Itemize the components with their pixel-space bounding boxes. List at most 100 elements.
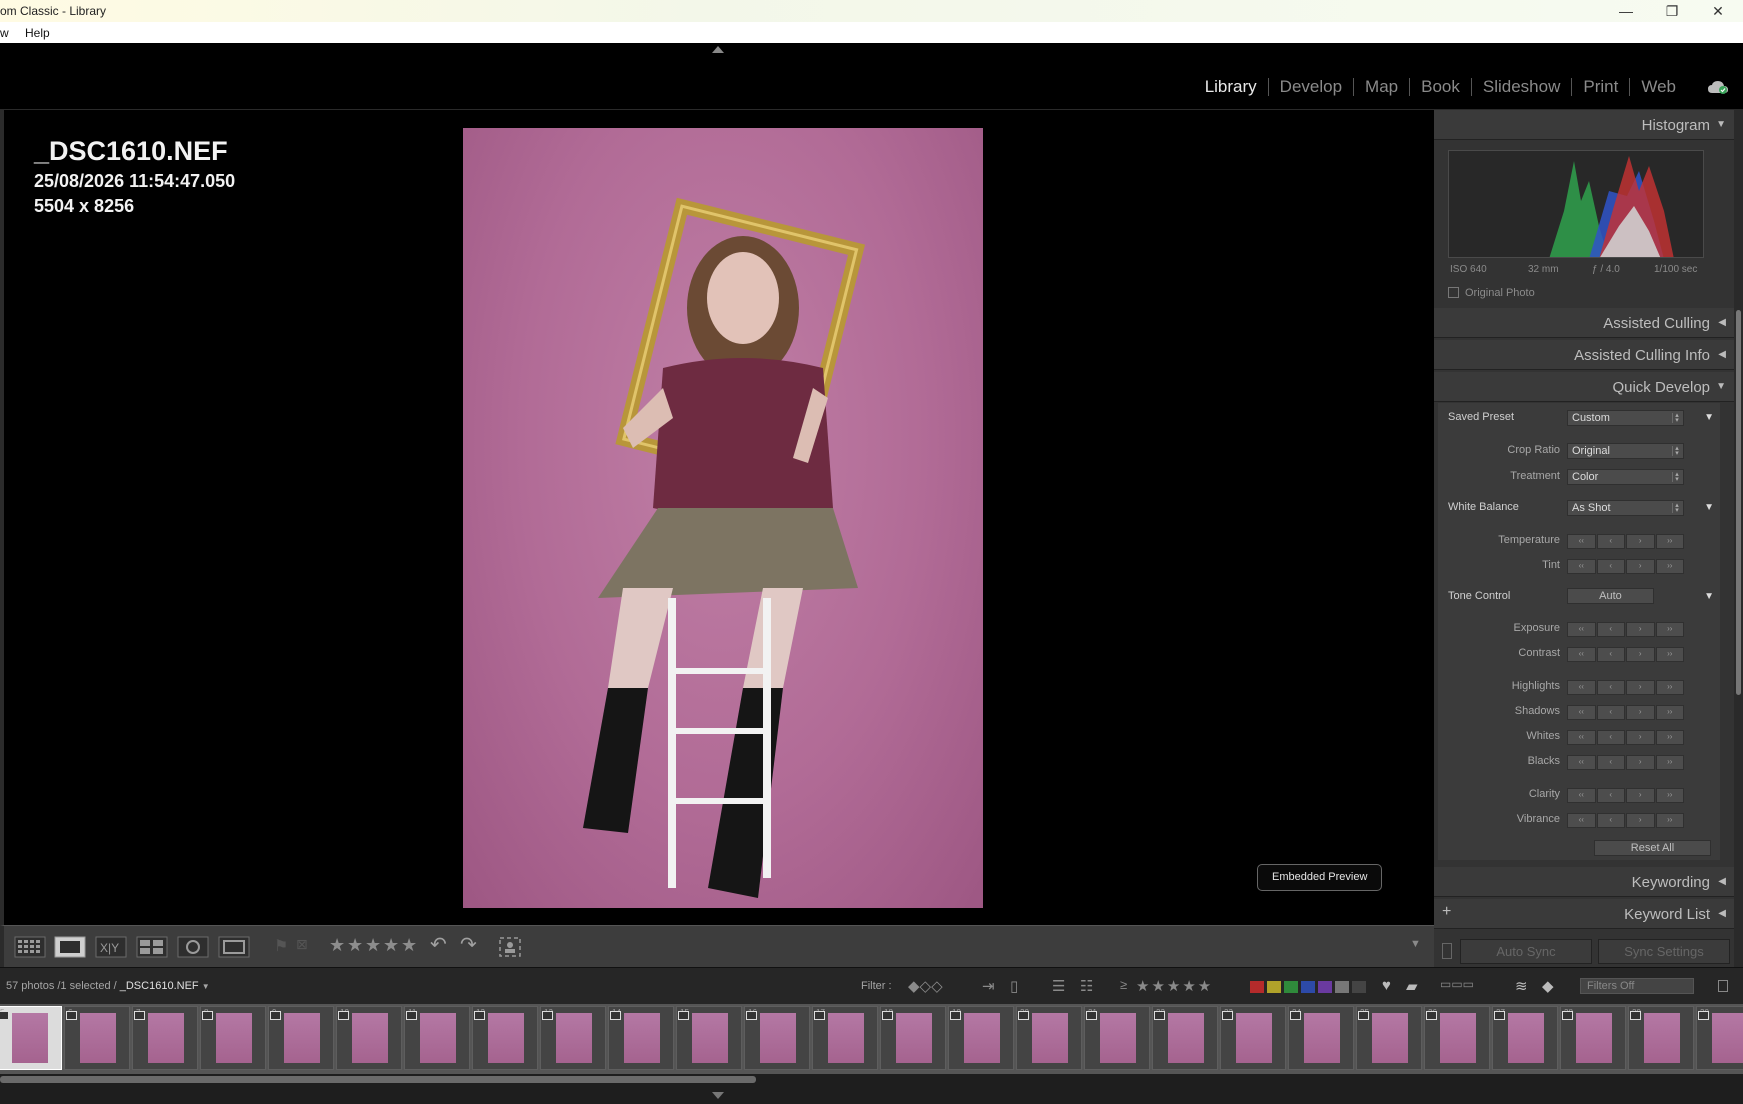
add-keyword-plus-icon[interactable]: +: [1442, 903, 1451, 921]
rotate-right-icon[interactable]: ↷: [460, 932, 477, 956]
filmstrip-thumbnail[interactable]: 6: [64, 1006, 130, 1070]
filmstrip-thumbnail[interactable]: 14: [608, 1006, 674, 1070]
minimize-button[interactable]: —: [1603, 0, 1649, 22]
filmstrip-thumbnail[interactable]: 13: [540, 1006, 606, 1070]
auto-tone-button[interactable]: Auto: [1567, 588, 1654, 604]
module-develop[interactable]: Develop: [1267, 78, 1353, 96]
restore-button[interactable]: ❐: [1649, 0, 1695, 22]
filmstrip-scrollbar[interactable]: [0, 1074, 1743, 1104]
filmstrip-thumbnail[interactable]: 20: [1016, 1006, 1082, 1070]
filmstrip-source-breadcrumb[interactable]: 57 photos /1 selected / _DSC1610.NEF ▼: [6, 980, 210, 992]
filmstrip-scroll-thumb[interactable]: [0, 1076, 756, 1083]
filter-diamond-icon[interactable]: ◆: [1542, 977, 1554, 995]
compare-view-icon[interactable]: X|Y: [95, 936, 127, 958]
color-label-green[interactable]: [1284, 981, 1298, 993]
vibrance-controls[interactable]: ‹‹ ‹ › ››: [1567, 813, 1684, 828]
filmstrip-thumbnail[interactable]: 26: [1424, 1006, 1490, 1070]
sync-switch-icon[interactable]: [1442, 943, 1452, 959]
auto-sync-button[interactable]: Auto Sync: [1460, 939, 1592, 964]
rating-star-5-icon[interactable]: ★: [401, 935, 417, 956]
shadows-controls[interactable]: ‹‹ ‹ › ››: [1567, 705, 1684, 720]
saved-preset-select[interactable]: Custom ▴ ▾: [1567, 410, 1684, 426]
keywording-header[interactable]: Keywording ◀: [1434, 867, 1734, 897]
whites-controls[interactable]: ‹‹ ‹ › ››: [1567, 730, 1684, 745]
filter-kind-icon[interactable]: ▭▭▭: [1440, 977, 1474, 991]
filmstrip-thumbnail[interactable]: 22: [1152, 1006, 1218, 1070]
color-label-yellow[interactable]: [1267, 981, 1281, 993]
filmstrip-thumbnail[interactable]: 12: [472, 1006, 538, 1070]
module-library[interactable]: Library: [1194, 78, 1268, 96]
assisted-culling-info-header[interactable]: Assisted Culling Info ◀: [1434, 340, 1734, 370]
clarity-controls[interactable]: ‹‹ ‹ › ››: [1567, 788, 1684, 803]
original-photo-toggle[interactable]: Original Photo: [1448, 287, 1535, 299]
tint-controls[interactable]: ‹‹ ‹ › ››: [1567, 559, 1684, 574]
filmstrip-thumbnail[interactable]: 9: [268, 1006, 334, 1070]
filmstrip-thumbnail[interactable]: 7: [132, 1006, 198, 1070]
filter-rating-stars-icon[interactable]: ★★★★★: [1136, 977, 1213, 995]
face-detect-icon[interactable]: [498, 936, 522, 958]
filter-unedited-icon[interactable]: ▯: [1010, 977, 1018, 995]
filmstrip-thumbnail[interactable]: 5: [0, 1006, 62, 1070]
exposure-controls[interactable]: ‹‹ ‹ › ››: [1567, 622, 1684, 637]
secondary-display-icon[interactable]: [218, 936, 250, 958]
survey-view-icon[interactable]: [136, 936, 168, 958]
module-map[interactable]: Map: [1353, 78, 1409, 96]
module-slideshow[interactable]: Slideshow: [1470, 78, 1572, 96]
filmstrip-thumbnail[interactable]: 19: [948, 1006, 1014, 1070]
color-label-none[interactable]: [1352, 981, 1366, 993]
expand-triangle-icon[interactable]: ◀: [1718, 876, 1726, 887]
filter-comment-icon[interactable]: ▰: [1406, 977, 1418, 995]
expand-triangle-icon[interactable]: ◀: [1718, 349, 1726, 360]
menu-window[interactable]: w: [0, 26, 9, 40]
filter-lock-icon[interactable]: [1718, 980, 1728, 992]
menu-help[interactable]: Help: [25, 26, 50, 40]
breadcrumb-dropdown-icon[interactable]: ▼: [202, 982, 210, 991]
filter-sliders-alt-icon[interactable]: ☷: [1080, 977, 1093, 995]
filmstrip-thumbnail[interactable]: 24: [1288, 1006, 1354, 1070]
module-web[interactable]: Web: [1629, 78, 1687, 96]
expand-triangle-icon[interactable]: ◀: [1718, 908, 1726, 919]
filmstrip-thumbnail[interactable]: 25: [1356, 1006, 1422, 1070]
loupe-view-icon[interactable]: [54, 936, 86, 958]
sync-settings-button[interactable]: Sync Settings: [1598, 939, 1730, 964]
grid-view-icon[interactable]: [14, 936, 46, 958]
rotate-left-icon[interactable]: ↶: [430, 932, 447, 956]
filmstrip-thumbnail[interactable]: 10: [336, 1006, 402, 1070]
flag-pick-icon[interactable]: ⚑: [274, 936, 288, 958]
highlights-controls[interactable]: ‹‹ ‹ › ››: [1567, 680, 1684, 695]
main-photo[interactable]: [463, 128, 983, 908]
filmstrip-thumbnail[interactable]: 11: [404, 1006, 470, 1070]
flag-reject-icon[interactable]: ⊠: [296, 936, 308, 958]
white-balance-toggle-icon[interactable]: ▼: [1704, 502, 1714, 513]
rating-star-1-icon[interactable]: ★: [329, 935, 345, 956]
crop-ratio-select[interactable]: Original ▴ ▾: [1567, 443, 1684, 459]
right-panel-scroll-thumb[interactable]: [1736, 310, 1741, 695]
filter-favorite-heart-icon[interactable]: ♥: [1382, 977, 1391, 994]
module-book[interactable]: Book: [1409, 78, 1471, 96]
white-balance-select[interactable]: As Shot ▴ ▾: [1567, 500, 1684, 516]
histogram-header[interactable]: Histogram ▼: [1434, 110, 1734, 140]
filmstrip-thumbnail[interactable]: 17: [812, 1006, 878, 1070]
blacks-controls[interactable]: ‹‹ ‹ › ››: [1567, 755, 1684, 770]
filmstrip-thumbnail[interactable]: 29: [1628, 1006, 1694, 1070]
assisted-culling-header[interactable]: Assisted Culling ◀: [1434, 308, 1734, 338]
color-label-blue[interactable]: [1301, 981, 1315, 993]
close-button[interactable]: ✕: [1695, 0, 1741, 22]
color-label-red[interactable]: [1250, 981, 1264, 993]
filmstrip-thumbnail[interactable]: 8: [200, 1006, 266, 1070]
filmstrip-thumbnail[interactable]: 27: [1492, 1006, 1558, 1070]
toolbar-menu-chevron-icon[interactable]: ▼: [1410, 938, 1421, 960]
filmstrip-thumbnail[interactable]: 23: [1220, 1006, 1286, 1070]
rating-star-2-icon[interactable]: ★: [347, 935, 363, 956]
filmstrip-thumbnail[interactable]: 18: [880, 1006, 946, 1070]
histogram[interactable]: [1448, 150, 1704, 258]
module-print[interactable]: Print: [1571, 78, 1629, 96]
filmstrip-thumbnail[interactable]: 28: [1560, 1006, 1626, 1070]
treatment-select[interactable]: Color ▴ ▾: [1567, 469, 1684, 485]
original-photo-checkbox[interactable]: [1448, 287, 1459, 298]
filter-edited-icon[interactable]: ⇥: [982, 977, 995, 995]
filmstrip-thumbnail[interactable]: 30: [1696, 1006, 1743, 1070]
keyword-list-header[interactable]: + Keyword List ◀: [1434, 899, 1734, 929]
rating-operator-icon[interactable]: ≥: [1120, 977, 1127, 992]
color-label-purple[interactable]: [1318, 981, 1332, 993]
